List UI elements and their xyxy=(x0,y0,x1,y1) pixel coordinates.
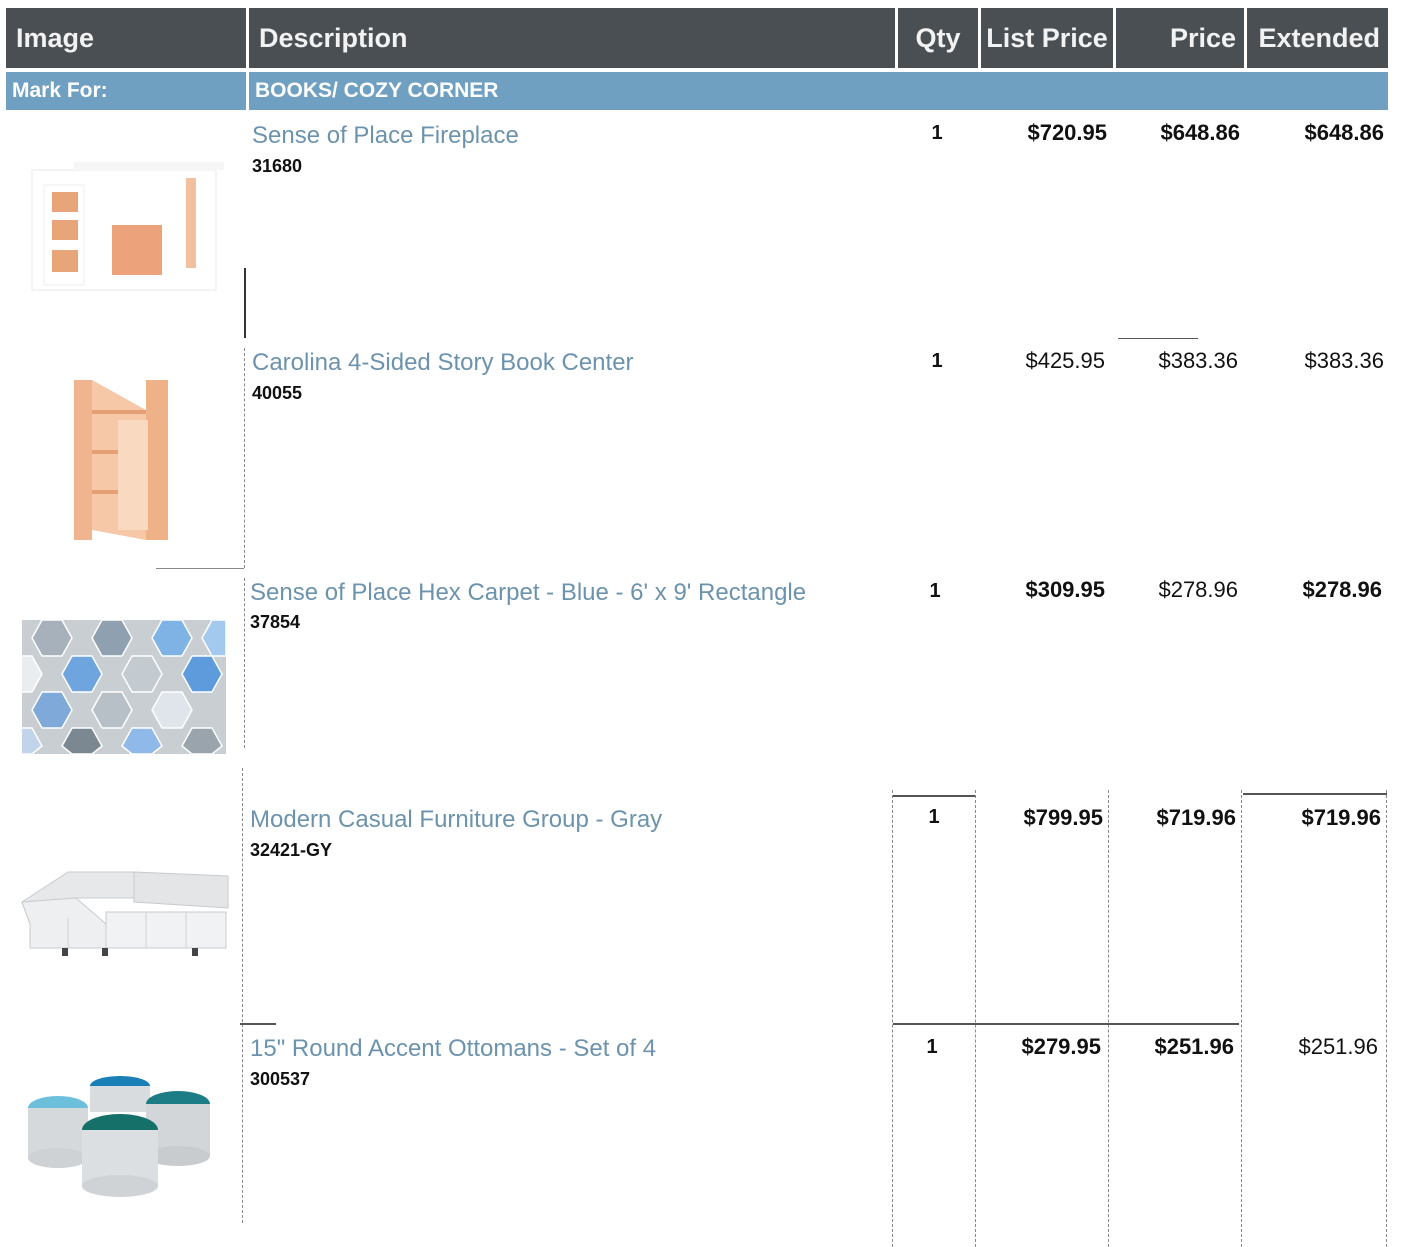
product-sku: 32421-GY xyxy=(250,840,333,860)
table-rule xyxy=(975,790,977,1247)
product-name[interactable]: Sense of Place Fireplace xyxy=(252,122,519,150)
price-value: $278.96 xyxy=(1158,577,1238,602)
table-rule xyxy=(244,348,246,568)
header-price: Price xyxy=(1116,8,1244,68)
extended-value: $278.96 xyxy=(1302,577,1382,602)
fireplace-icon xyxy=(31,162,224,291)
mark-for-value: BOOKS/ COZY CORNER xyxy=(249,72,1388,110)
list-price-value: $309.95 xyxy=(1025,577,1105,602)
sofa-icon xyxy=(21,871,229,956)
list-price-value: $720.95 xyxy=(1027,120,1107,145)
extended-value: $648.86 xyxy=(1304,120,1384,145)
price-value: $719.96 xyxy=(1156,805,1236,830)
price-value: $251.96 xyxy=(1154,1034,1234,1059)
product-sku: 40055 xyxy=(252,383,303,403)
product-sku: 31680 xyxy=(252,156,303,176)
table-rule xyxy=(240,1023,276,1025)
table-rule xyxy=(893,1023,1239,1025)
table-rule xyxy=(1386,790,1388,1247)
qty-value: 1 xyxy=(931,350,943,372)
carpet-icon xyxy=(22,620,226,754)
qty-value: 1 xyxy=(929,580,941,602)
list-price-value: $799.95 xyxy=(1023,805,1103,830)
list-price-value: $279.95 xyxy=(1021,1034,1101,1059)
table-rule xyxy=(242,768,244,1223)
header-description: Description xyxy=(249,8,895,68)
table-rule xyxy=(1243,793,1387,795)
product-name[interactable]: Sense of Place Hex Carpet - Blue - 6' x … xyxy=(250,579,806,607)
qty-value: 1 xyxy=(931,122,943,144)
product-sku: 37854 xyxy=(250,612,301,632)
product-name[interactable]: 15" Round Accent Ottomans - Set of 4 xyxy=(250,1035,656,1063)
ottomans-icon xyxy=(28,1076,210,1197)
qty-value: 1 xyxy=(928,806,940,828)
price-value: $383.36 xyxy=(1158,348,1238,373)
extended-value: $383.36 xyxy=(1304,348,1384,373)
header-qty: Qty xyxy=(898,8,978,68)
product-name[interactable]: Modern Casual Furniture Group - Gray xyxy=(250,806,662,834)
bookshelf-icon xyxy=(74,380,168,540)
mark-for-label: Mark For: xyxy=(6,72,246,110)
header-extended: Extended xyxy=(1247,8,1388,68)
table-rule xyxy=(892,790,894,1247)
product-name[interactable]: Carolina 4-Sided Story Book Center xyxy=(252,349,634,377)
qty-value: 1 xyxy=(926,1036,938,1058)
table-rule xyxy=(244,578,246,748)
table-rule xyxy=(1241,790,1243,1247)
extended-value: $251.96 xyxy=(1298,1034,1378,1059)
table-rule xyxy=(156,568,244,569)
table-rule xyxy=(1118,338,1198,339)
header-list-price: List Price xyxy=(981,8,1113,68)
table-rule xyxy=(244,268,246,338)
list-price-value: $425.95 xyxy=(1025,348,1105,373)
header-image: Image xyxy=(6,8,246,68)
product-sku: 300537 xyxy=(250,1069,311,1089)
table-rule xyxy=(893,795,975,797)
price-value: $648.86 xyxy=(1160,120,1240,145)
table-rule xyxy=(1108,790,1110,1247)
extended-value: $719.96 xyxy=(1301,805,1381,830)
